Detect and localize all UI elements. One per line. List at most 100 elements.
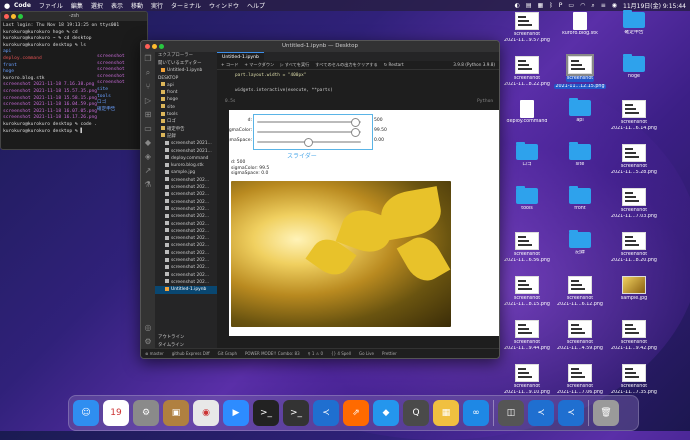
desktop-icon[interactable]: screenshot 2021-11...7.06.png <box>550 364 610 395</box>
dock-zoom-icon[interactable]: ▶ <box>223 400 249 426</box>
tree-item[interactable]: screenshot 202... <box>155 257 217 264</box>
dock-system-preferences-icon[interactable]: ⚙ <box>133 400 159 426</box>
tree-item[interactable]: screenshot 2021... <box>155 148 217 155</box>
desktop-icon[interactable]: screenshot 2021-11...9.57.png <box>497 12 557 43</box>
tree-item[interactable]: 記録 <box>155 133 217 140</box>
bluetooth-icon[interactable]: ᛒ <box>549 2 553 9</box>
run-debug-icon[interactable]: ▷ <box>141 94 155 108</box>
desktop-icon[interactable]: screenshot 2021-11...8.15.png <box>497 276 557 307</box>
search-icon[interactable]: ⌕ <box>591 2 594 10</box>
slider-value[interactable]: 0.00 <box>374 138 384 143</box>
outline-section[interactable]: アウトライン <box>155 334 217 341</box>
tree-item[interactable]: screenshot 202... <box>155 264 217 271</box>
editor-area[interactable]: Untitled-1.ipynb + コード + マークダウン ▷ すべてを実行… <box>217 52 499 349</box>
docker-icon[interactable]: ◆ <box>141 136 155 150</box>
code-line[interactable]: part.layout.width = "400px" <box>217 72 499 79</box>
terminal-titlebar[interactable]: -zsh <box>1 12 147 21</box>
tree-item[interactable]: screenshot 202... <box>155 279 217 286</box>
status-item[interactable]: Go Live <box>359 349 374 358</box>
desktop-icon[interactable]: site <box>550 142 610 168</box>
dock-terminal-icon[interactable]: >_ <box>253 400 279 426</box>
terminal-output[interactable]: Last login: Thu Nov 18 19:13:25 on ttys0… <box>1 21 147 137</box>
tree-item[interactable]: front <box>155 89 217 96</box>
clear-outputs-button[interactable]: すべてのセルの出力をクリアする <box>315 61 377 69</box>
zoom-button[interactable] <box>159 44 164 49</box>
dock-vs-code-3-icon[interactable]: ≺ <box>558 400 584 426</box>
dock-vs-code-icon[interactable]: ≺ <box>313 400 339 426</box>
menu-selection[interactable]: 選択 <box>91 1 103 10</box>
workspace-section[interactable]: DESKTOP <box>155 75 217 82</box>
tree-item[interactable]: screenshot 202... <box>155 184 217 191</box>
desktop-icon[interactable]: kuroro.blog.stk <box>550 12 610 37</box>
remote-icon[interactable]: ▭ <box>141 122 155 136</box>
desktop-icon[interactable]: hoge <box>604 54 664 80</box>
slider-value[interactable]: 99.50 <box>374 128 387 133</box>
add-markdown-button[interactable]: + マークダウン <box>244 61 274 69</box>
tree-item[interactable]: screenshot 202... <box>155 235 217 242</box>
tree-item[interactable]: screenshot 202... <box>155 250 217 257</box>
add-code-button[interactable]: + コード <box>221 61 238 69</box>
pdf-icon[interactable]: ▤ <box>526 2 532 9</box>
desktop-icon[interactable]: screenshot 2021-11...9.10.png <box>497 364 557 395</box>
search-icon[interactable]: ⌕ <box>141 66 155 80</box>
status-item[interactable]: ⚲ 1 ⚠ 0 <box>308 349 323 358</box>
dock-calendar-icon[interactable]: 19 <box>103 400 129 426</box>
tree-item[interactable]: 確定申告 <box>155 126 217 133</box>
menu-file[interactable]: ファイル <box>39 1 63 10</box>
restart-button[interactable]: ↻ Restart <box>384 61 404 69</box>
tree-item[interactable]: screenshot 202... <box>155 191 217 198</box>
dock-terminal2-icon[interactable]: >_ <box>283 400 309 426</box>
dock-trash-icon[interactable]: 🗑 <box>593 400 619 426</box>
tree-item[interactable]: screenshot 202... <box>155 177 217 184</box>
p-icon[interactable]: P <box>559 2 563 9</box>
desktop-icon[interactable]: screenshot 2021-11...8.22.png <box>497 56 557 87</box>
dock-infinity-icon[interactable]: ∞ <box>463 400 489 426</box>
slider-handle[interactable] <box>351 118 360 127</box>
dock-docker-icon[interactable]: ◆ <box>373 400 399 426</box>
dock-finder-icon[interactable]: ☺ <box>73 400 99 426</box>
status-item[interactable]: ⊗ master <box>145 349 164 358</box>
tree-item[interactable]: hoge <box>155 96 217 103</box>
tree-item[interactable]: screenshot 202... <box>155 199 217 206</box>
menu-terminal[interactable]: ターミナル <box>171 1 201 10</box>
desktop-icon[interactable]: ロゴ <box>497 142 557 168</box>
open-editor-item[interactable]: Untitled-1.ipynb <box>155 67 217 74</box>
tree-item[interactable]: sample.jpg <box>155 169 217 176</box>
code-line[interactable]: widgets.interactive(execute, **parts) <box>217 87 499 94</box>
terminal-window[interactable]: -zsh Last login: Thu Nov 18 19:13:25 on … <box>0 11 148 150</box>
cell-language[interactable]: Python <box>477 98 493 105</box>
tree-item[interactable]: ロゴ <box>155 118 217 125</box>
slider-track[interactable] <box>257 131 361 133</box>
tree-item[interactable]: screenshot 202... <box>155 221 217 228</box>
git-graph-icon[interactable]: ◈ <box>141 150 155 164</box>
status-item[interactable]: Prettier <box>382 349 397 358</box>
tree-item[interactable]: deploy.command <box>155 155 217 162</box>
desktop-icon[interactable]: 確定申告 <box>604 10 664 36</box>
desktop-icon[interactable]: screenshot 2021-11...7.03.png <box>604 188 664 219</box>
slider-track[interactable] <box>257 121 361 123</box>
control-center-icon[interactable]: ≡ <box>601 2 606 9</box>
extensions-icon[interactable]: ⊞ <box>141 108 155 122</box>
desktop-icon[interactable]: tools <box>497 186 557 212</box>
desktop-icon[interactable]: front <box>550 186 610 212</box>
desktop-icon[interactable]: screenshot 2021-11...8.20.png <box>604 232 664 263</box>
tree-item[interactable]: api <box>155 82 217 89</box>
dock-contacts-icon[interactable]: ▣ <box>163 400 189 426</box>
desktop-icon[interactable]: screenshot 2021-11...9.42.png <box>604 320 664 351</box>
menu-view[interactable]: 表示 <box>111 1 123 10</box>
menu-edit[interactable]: 編集 <box>71 1 83 10</box>
slider-handle[interactable] <box>304 138 313 147</box>
desktop-icon[interactable]: sample.jpg <box>604 276 664 302</box>
wifi-icon[interactable]: ◠ <box>580 2 585 9</box>
tree-item[interactable]: Untitled-1.ipynb <box>155 286 217 294</box>
desktop-icon[interactable]: deploy.command <box>497 100 557 125</box>
settings-gear-icon[interactable]: ⚙ <box>141 335 155 349</box>
desktop-icon[interactable]: screenshot 2021-11...7.35.png <box>604 364 664 395</box>
tree-item[interactable]: kuroro.blog.stk <box>155 162 217 169</box>
tree-item[interactable]: site <box>155 104 217 111</box>
desktop-icon[interactable]: screenshot 2021-11...6.56.png <box>497 232 557 263</box>
vscode-window[interactable]: Untitled-1.ipynb — Desktop ❐ ⌕ ⑂ ▷ ⊞ ▭ ◆… <box>140 40 500 359</box>
menu-go[interactable]: 移動 <box>131 1 143 10</box>
close-button[interactable] <box>4 14 9 19</box>
desktop-icon[interactable]: screenshot 2021-11...4.59.png <box>550 320 610 351</box>
